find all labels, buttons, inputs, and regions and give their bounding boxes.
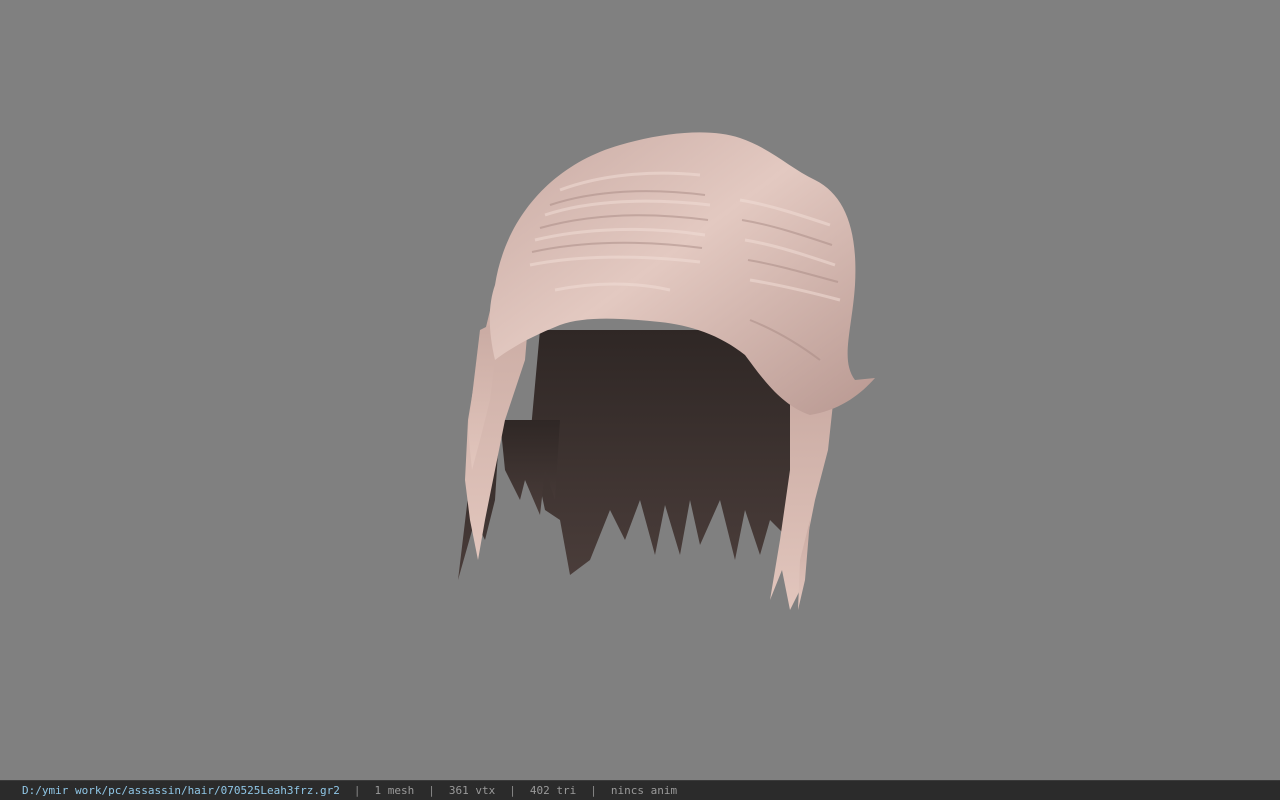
- file-path-label: D:/ymir work/pc/assassin/hair/070525Leah…: [22, 784, 340, 797]
- status-bar: D:/ymir work/pc/assassin/hair/070525Leah…: [0, 780, 1280, 800]
- 3d-viewport[interactable]: [0, 0, 1280, 780]
- separator: |: [590, 784, 597, 797]
- separator: |: [509, 784, 516, 797]
- separator: |: [428, 784, 435, 797]
- anim-info-label: nincs anim: [610, 784, 678, 797]
- hair-model-render[interactable]: [0, 0, 1280, 780]
- separator: |: [353, 784, 361, 797]
- vertex-count-label: 361 vtx: [448, 784, 496, 797]
- triangle-count-label: 402 tri: [529, 784, 577, 797]
- mesh-count-label: 1 mesh: [374, 784, 415, 797]
